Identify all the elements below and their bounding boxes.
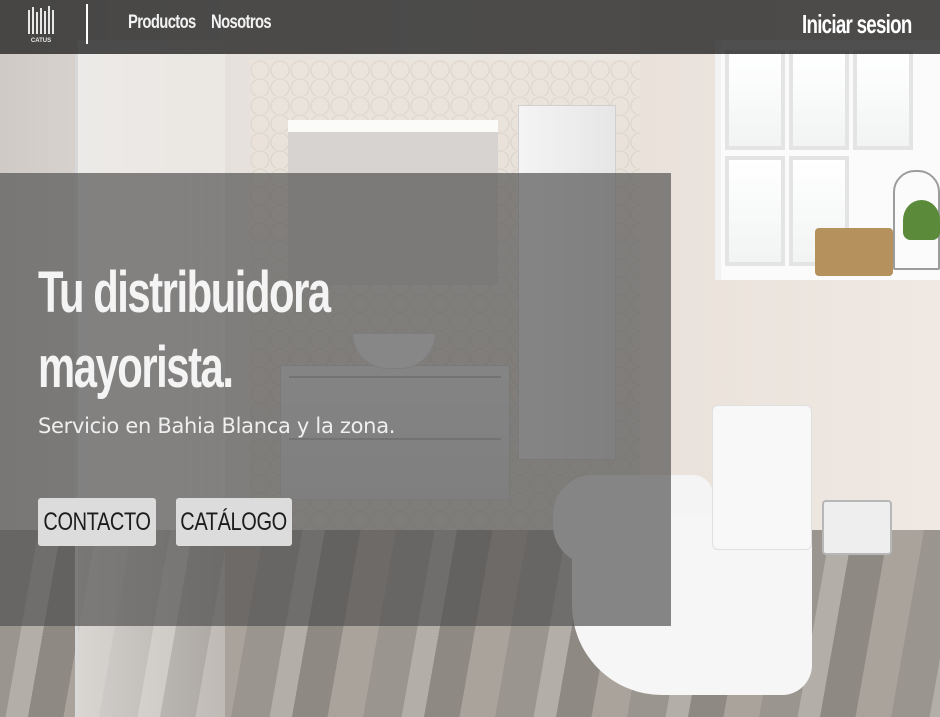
hero-subtitle: Servicio en Bahia Blanca y la zona. — [38, 414, 396, 438]
top-navbar: CATUS Productos Nosotros Iniciar sesion — [0, 0, 940, 54]
catalogo-button[interactable]: CATÁLOGO — [176, 498, 292, 546]
hero-title: Tu distribuidora mayorista. — [38, 255, 412, 405]
nav-link-nosotros[interactable]: Nosotros — [211, 12, 272, 34]
contacto-button[interactable]: CONTACTO — [38, 498, 156, 546]
hero-title-line2: mayorista. — [38, 335, 234, 400]
nav-link-productos[interactable]: Productos — [128, 12, 196, 34]
catalogo-button-label: CATÁLOGO — [180, 507, 288, 536]
catus-logo-icon[interactable]: CATUS — [26, 6, 56, 44]
contacto-button-label: CONTACTO — [43, 507, 151, 536]
hero-title-line1: Tu distribuidora — [38, 260, 331, 325]
toilet-tank — [712, 405, 812, 550]
basket — [815, 228, 893, 276]
toilet-paper-holder — [822, 500, 892, 555]
nav-divider — [86, 4, 88, 44]
logo-text: CATUS — [31, 38, 51, 44]
plant — [903, 200, 940, 240]
login-link[interactable]: Iniciar sesion — [802, 9, 912, 40]
